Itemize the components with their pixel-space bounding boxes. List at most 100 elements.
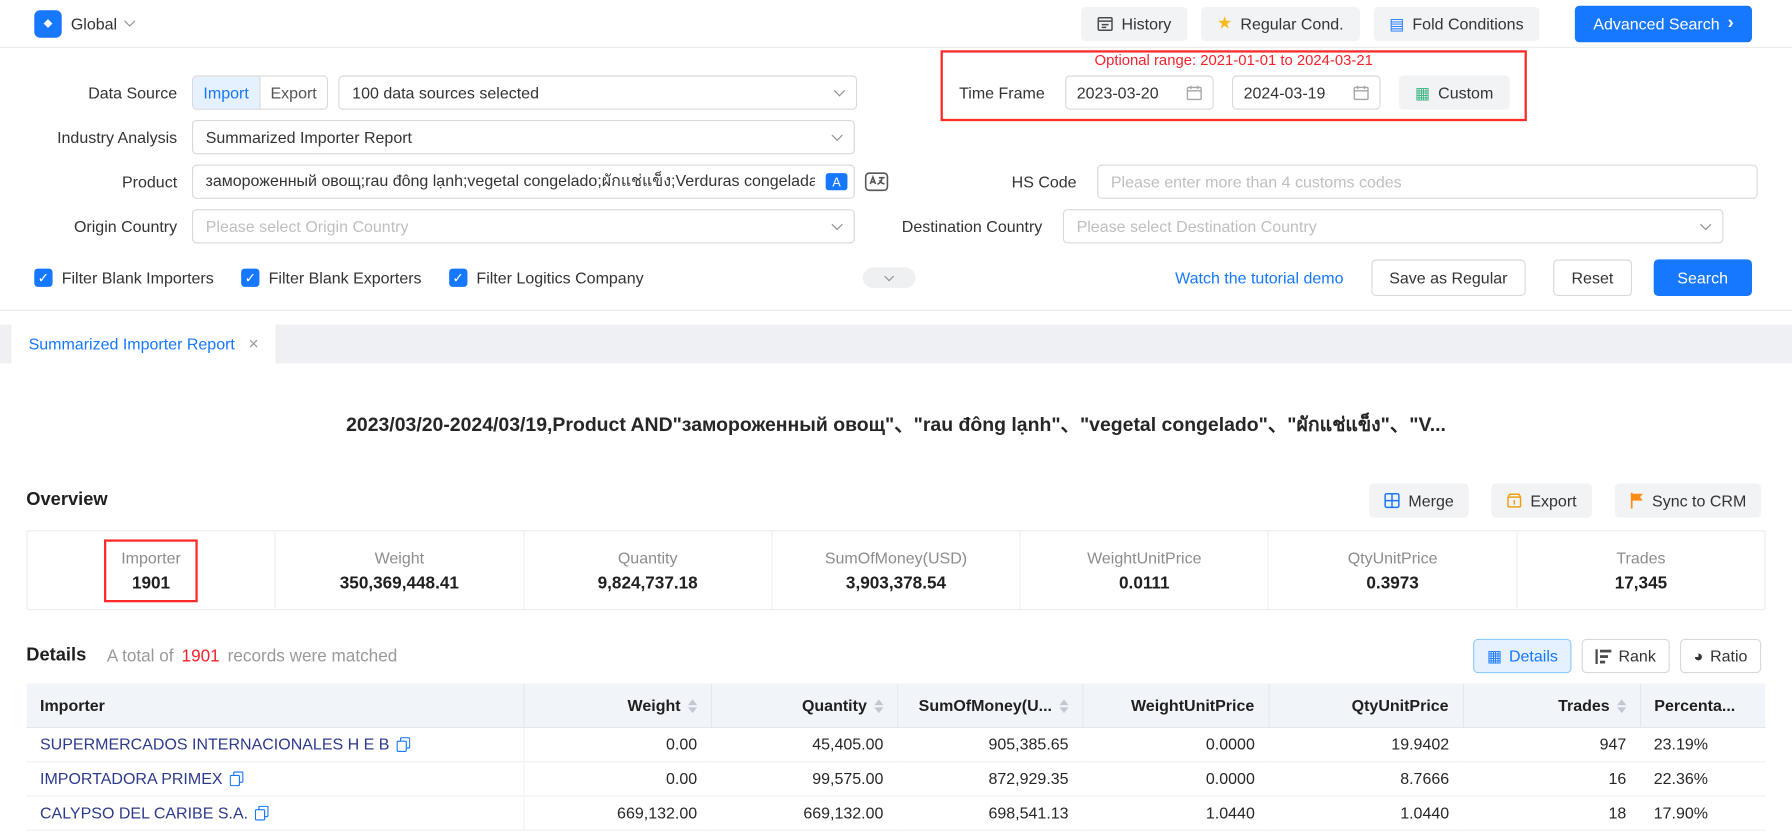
copy-icon[interactable] xyxy=(396,737,410,752)
sort-icon[interactable] xyxy=(874,699,883,713)
merge-icon xyxy=(1384,493,1400,509)
end-date-input[interactable]: 2024-03-19 xyxy=(1232,75,1381,109)
stat-label: WeightUnitPrice xyxy=(1087,548,1201,566)
column-label: Trades xyxy=(1558,696,1610,714)
col-quantity[interactable]: Quantity xyxy=(711,683,897,726)
regular-cond-button[interactable]: ★ Regular Cond. xyxy=(1201,6,1360,40)
percentage-cell: 17.90% xyxy=(1640,795,1766,829)
pie-chart-icon: ◕ xyxy=(1694,648,1704,664)
origin-country-select[interactable]: Please select Origin Country xyxy=(192,209,855,243)
flag-icon xyxy=(1629,493,1644,509)
history-button[interactable]: History xyxy=(1082,6,1188,40)
checkbox-label: Filter Blank Importers xyxy=(62,269,214,287)
stat-value: 1901 xyxy=(132,573,170,592)
table-row[interactable]: IMPORTADORA PRIMEX 0.00 99,575.00 872,92… xyxy=(26,761,1765,795)
view-details-button[interactable]: ▦ Details xyxy=(1473,639,1571,673)
button-label: Rank xyxy=(1618,647,1655,665)
search-form: Optional range: 2021-01-01 to 2024-03-21… xyxy=(0,48,1792,311)
filter-logistics-company-checkbox[interactable]: Filter Logitics Company xyxy=(449,269,644,287)
search-button[interactable]: Search xyxy=(1653,259,1752,296)
sum-cell: 905,385.65 xyxy=(897,727,1082,761)
column-label: SumOfMoney(U... xyxy=(919,696,1052,714)
checkbox-checked-icon[interactable] xyxy=(241,269,259,287)
checkbox-checked-icon[interactable] xyxy=(34,269,52,287)
stat-label: Trades xyxy=(1616,548,1665,566)
calendar-icon xyxy=(1353,85,1369,101)
stat-value: 0.3973 xyxy=(1366,573,1418,592)
checkbox-checked-icon[interactable] xyxy=(449,269,467,287)
importer-cell[interactable]: IMPORTADORA PRIMEX xyxy=(26,761,523,795)
reset-button[interactable]: Reset xyxy=(1553,259,1631,296)
qty-unit-price-cell: 1.0440 xyxy=(1269,795,1463,829)
filter-blank-importers-checkbox[interactable]: Filter Blank Importers xyxy=(34,269,213,287)
weight-unit-price-cell: 0.0000 xyxy=(1082,727,1268,761)
view-ratio-button[interactable]: ◕ Ratio xyxy=(1680,639,1761,673)
calendar-grid-icon: ▦ xyxy=(1415,85,1430,101)
advanced-search-button[interactable]: Advanced Search › xyxy=(1575,5,1752,42)
importer-name[interactable]: IMPORTADORA PRIMEX xyxy=(40,769,223,787)
sort-icon[interactable] xyxy=(687,699,696,713)
save-as-regular-button[interactable]: Save as Regular xyxy=(1371,259,1526,296)
tab-summarized-importer-report[interactable]: Summarized Importer Report × xyxy=(11,325,275,364)
rank-bars-icon xyxy=(1596,649,1612,664)
importer-name[interactable]: SUPERMERCADOS INTERNACIONALES H E B xyxy=(40,735,389,753)
copy-icon[interactable] xyxy=(255,806,269,821)
product-field-wrap: A xyxy=(192,165,855,199)
data-source-value: 100 data sources selected xyxy=(352,83,539,101)
custom-range-button[interactable]: ▦ Custom xyxy=(1399,75,1509,109)
data-source-select[interactable]: 100 data sources selected xyxy=(338,75,857,109)
translate-icon[interactable]: A xyxy=(825,173,848,191)
sort-icon[interactable] xyxy=(1059,699,1068,713)
import-toggle[interactable]: Import xyxy=(193,77,259,109)
filter-blank-exporters-checkbox[interactable]: Filter Blank Exporters xyxy=(241,269,421,287)
start-date-input[interactable]: 2023-03-20 xyxy=(1065,75,1214,109)
hs-code-input[interactable] xyxy=(1097,165,1758,199)
tab-label: Summarized Importer Report xyxy=(29,335,235,353)
importer-cell[interactable]: CALYPSO DEL CARIBE S.A. xyxy=(26,795,523,829)
col-weight-unit-price: WeightUnitPrice xyxy=(1082,683,1268,726)
col-sum-of-money[interactable]: SumOfMoney(U... xyxy=(897,683,1082,726)
importer-name[interactable]: CALYPSO DEL CARIBE S.A. xyxy=(40,803,248,821)
sum-cell: 872,929.35 xyxy=(897,761,1082,795)
importer-cell[interactable]: SUPERMERCADOS INTERNACIONALES H E B xyxy=(26,727,523,761)
chevron-down-icon xyxy=(834,85,845,96)
sort-icon[interactable] xyxy=(1617,699,1626,713)
product-input[interactable] xyxy=(192,165,855,199)
sync-to-crm-button[interactable]: Sync to CRM xyxy=(1614,483,1761,517)
tutorial-demo-link[interactable]: Watch the tutorial demo xyxy=(1175,269,1343,287)
calendar-icon xyxy=(1186,85,1202,101)
fold-icon: ▤ xyxy=(1389,15,1404,31)
overview-header: Overview Merge Export Sync to CRM xyxy=(0,483,1792,517)
export-toggle[interactable]: Export xyxy=(259,77,327,109)
button-label: Advanced Search xyxy=(1593,14,1719,32)
view-rank-button[interactable]: Rank xyxy=(1582,639,1670,673)
col-weight[interactable]: Weight xyxy=(523,683,710,726)
quantity-cell: 669,132.00 xyxy=(711,795,897,829)
destination-country-select[interactable]: Please select Destination Country xyxy=(1063,209,1724,243)
quantity-cell: 99,575.00 xyxy=(711,761,897,795)
stat-value: 17,345 xyxy=(1615,573,1667,592)
region-selector[interactable]: ◆ Global xyxy=(34,10,134,37)
export-button[interactable]: Export xyxy=(1491,483,1591,517)
column-label: Percenta... xyxy=(1654,696,1735,714)
stat-value: 350,369,448.41 xyxy=(340,573,459,592)
summary-suffix: records were matched xyxy=(228,646,398,665)
copy-icon[interactable] xyxy=(229,771,243,786)
col-qty-unit-price: QtyUnitPrice xyxy=(1269,683,1463,726)
close-icon[interactable]: × xyxy=(249,334,259,353)
collapse-form-button[interactable] xyxy=(863,267,916,288)
column-label: Quantity xyxy=(802,696,867,714)
table-row[interactable]: SUPERMERCADOS INTERNACIONALES H E B 0.00… xyxy=(26,727,1765,761)
industry-analysis-select[interactable]: Summarized Importer Report xyxy=(192,120,855,154)
destination-country-placeholder: Please select Destination Country xyxy=(1077,217,1317,235)
merge-button[interactable]: Merge xyxy=(1370,483,1469,517)
column-label: WeightUnitPrice xyxy=(1131,696,1254,714)
fold-conditions-button[interactable]: ▤ Fold Conditions xyxy=(1373,6,1539,40)
view-switcher: ▦ Details Rank ◕ Ratio xyxy=(1463,639,1761,673)
weight-cell: 0.00 xyxy=(523,727,710,761)
col-trades[interactable]: Trades xyxy=(1463,683,1640,726)
col-percentage: Percenta... xyxy=(1640,683,1766,726)
input-method-icon[interactable] xyxy=(864,169,889,194)
stat-label: Importer xyxy=(121,548,181,566)
table-row[interactable]: CALYPSO DEL CARIBE S.A. 669,132.00 669,1… xyxy=(26,795,1765,829)
